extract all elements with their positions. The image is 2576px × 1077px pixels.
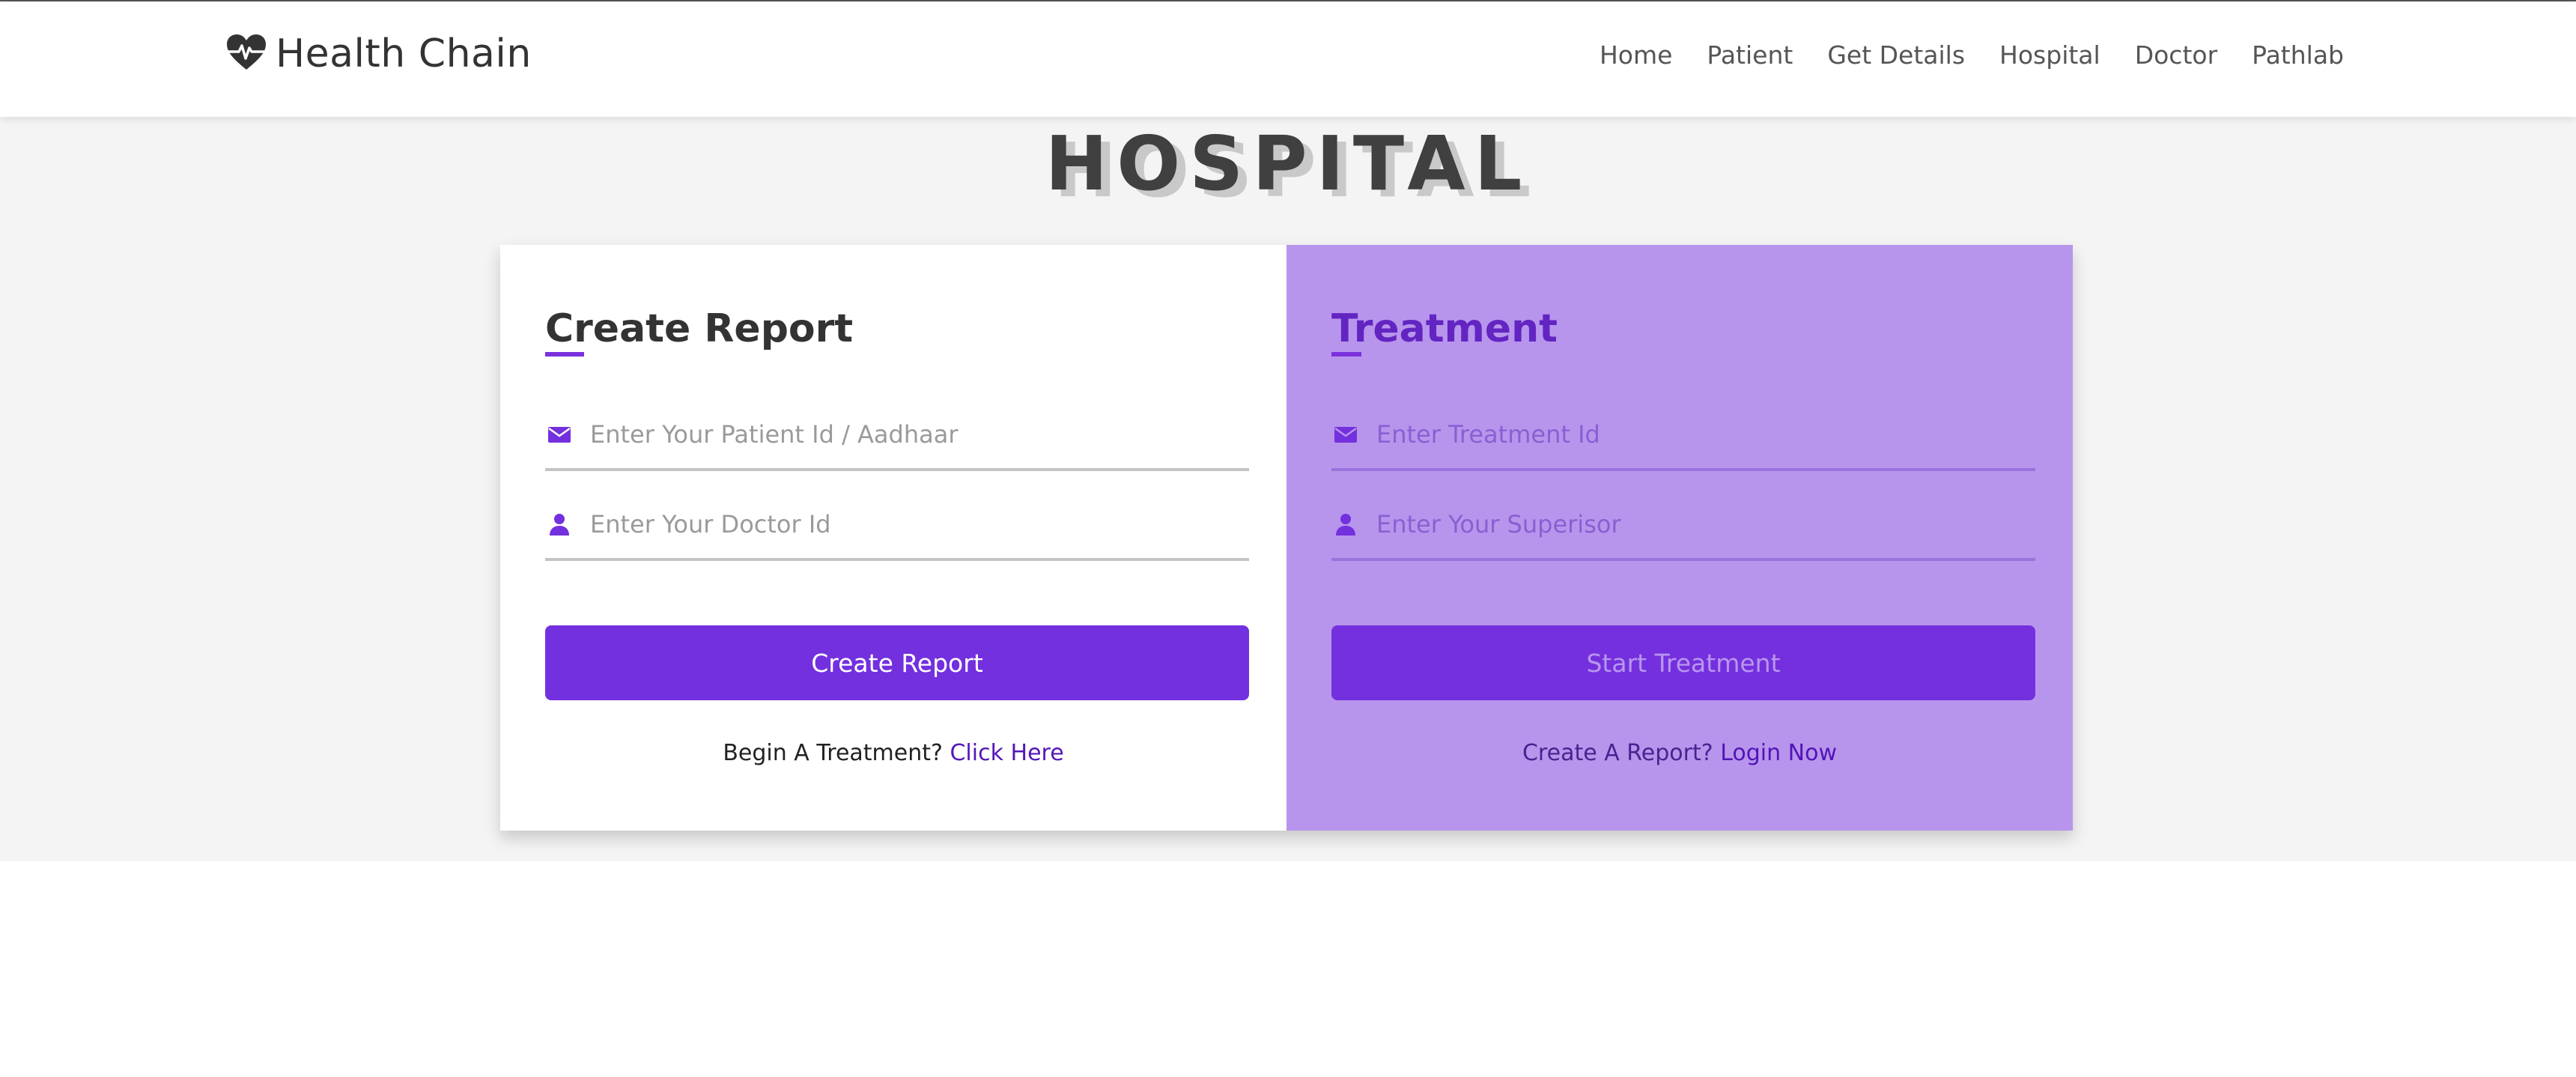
treatment-id-input[interactable] [1376,411,2020,457]
nav-home[interactable]: Home [1600,40,1672,70]
navbar: Health Chain Home Patient Get Details Ho… [0,1,2576,117]
click-here-link[interactable]: Click Here [950,740,1063,766]
nav-get-details[interactable]: Get Details [1827,40,1965,70]
create-report-button[interactable]: Create Report [545,625,1249,700]
switch-prompt: Create A Report? [1522,740,1713,766]
user-icon [1333,512,1358,537]
create-report-title: Create Report [545,306,854,351]
treatment-panel: Treatment Start Treatment Create A Repor… [1287,245,2073,831]
title-underline [545,352,584,357]
hero-section: HOSPITAL Create Report Create Report Beg… [0,117,2576,861]
create-report-panel: Create Report Create Report Begin A Trea… [500,245,1287,831]
switch-prompt: Begin A Treatment? [723,740,943,766]
switch-to-report: Create A Report? Login Now [1287,740,2073,766]
nav-hospital[interactable]: Hospital [1999,40,2100,70]
superior-field [1331,490,2035,561]
nav-patient[interactable]: Patient [1707,40,1793,70]
heart-pulse-icon [226,34,267,74]
patient-id-input[interactable] [590,411,1234,457]
doctor-id-field [545,490,1249,561]
superior-input[interactable] [1376,501,2020,547]
login-now-link[interactable]: Login Now [1720,740,1837,766]
envelope-icon [547,422,572,447]
patient-id-field [545,400,1249,471]
brand-name: Health Chain [276,31,532,76]
envelope-icon [1333,422,1358,447]
form-card: Create Report Create Report Begin A Trea… [500,245,2073,831]
doctor-id-input[interactable] [590,501,1234,547]
nav-doctor[interactable]: Doctor [2135,40,2217,70]
nav-menu: Home Patient Get Details Hospital Doctor… [1565,40,2344,70]
user-icon [547,512,572,537]
treatment-title: Treatment [1331,306,1558,351]
treatment-id-field [1331,400,2035,471]
brand[interactable]: Health Chain [226,31,532,76]
start-treatment-button[interactable]: Start Treatment [1331,625,2035,700]
page-title: HOSPITAL [1045,120,1531,207]
title-underline [1331,352,1361,357]
switch-to-treatment: Begin A Treatment? Click Here [500,740,1287,766]
nav-pathlab[interactable]: Pathlab [2252,40,2344,70]
